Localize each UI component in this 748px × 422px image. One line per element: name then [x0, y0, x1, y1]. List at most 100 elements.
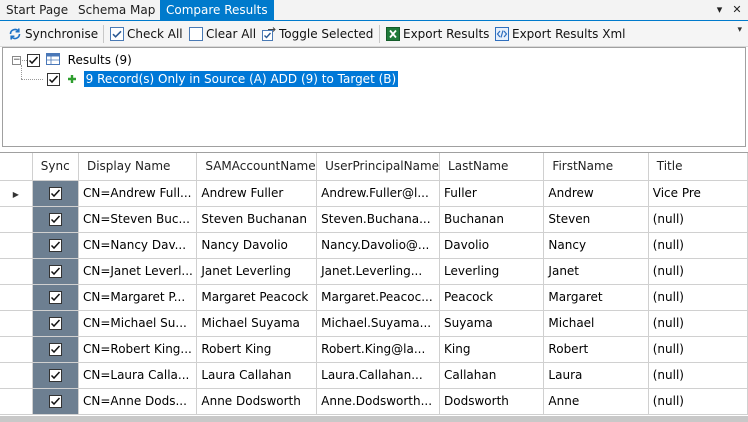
table-row[interactable]: CN=Janet Leverl... Janet Leverling Janet… [0, 258, 748, 285]
cell-firstname[interactable]: Janet [543, 258, 649, 285]
tab-compare-results[interactable]: Compare Results [160, 0, 274, 20]
cell-title[interactable]: (null) [648, 336, 748, 363]
close-icon[interactable]: ✕ [730, 0, 744, 20]
cell-userprincipalname[interactable]: Andrew.Fuller@l... [316, 180, 441, 207]
cell-title[interactable]: (null) [648, 206, 748, 233]
tree-root-checkbox[interactable] [27, 54, 40, 67]
cell-firstname[interactable]: Anne [543, 388, 649, 415]
toolbar-overflow-icon[interactable]: ▾ [737, 25, 742, 35]
sync-cell[interactable] [32, 362, 79, 389]
cell-samaccountname[interactable]: Anne Dodsworth [196, 388, 318, 415]
column-header-userprincipalname[interactable]: UserPrincipalName [316, 153, 441, 181]
cell-display-name[interactable]: CN=Anne Dods... [78, 388, 198, 415]
row-header[interactable] [0, 258, 33, 285]
row-header[interactable] [0, 362, 33, 389]
cell-lastname[interactable]: Peacock [439, 284, 545, 311]
tree-child-node[interactable]: 9 Record(s) Only in Source (A) ADD (9) t… [47, 70, 399, 88]
sync-checkbox[interactable] [48, 213, 62, 226]
table-row[interactable]: CN=Margaret P... Margaret Peacock Margar… [0, 284, 748, 311]
sync-cell[interactable] [32, 180, 79, 207]
tree-child-checkbox[interactable] [47, 73, 60, 86]
cell-samaccountname[interactable]: Steven Buchanan [196, 206, 318, 233]
cell-samaccountname[interactable]: Laura Callahan [196, 362, 318, 389]
column-header-lastname[interactable]: LastName [439, 153, 545, 181]
column-header-display-name[interactable]: Display Name [78, 153, 198, 181]
column-header-firstname[interactable]: FirstName [543, 153, 649, 181]
cell-title[interactable]: (null) [648, 232, 748, 259]
cell-title[interactable]: (null) [648, 258, 748, 285]
cell-display-name[interactable]: CN=Steven Buc... [78, 206, 198, 233]
cell-firstname[interactable]: Robert [543, 336, 649, 363]
horizontal-scrollbar[interactable] [0, 416, 748, 422]
synchronise-button[interactable]: Synchronise [8, 24, 98, 44]
row-header[interactable] [0, 388, 33, 415]
cell-samaccountname[interactable]: Andrew Fuller [196, 180, 318, 207]
row-header[interactable] [0, 284, 33, 311]
cell-lastname[interactable]: Buchanan [439, 206, 545, 233]
table-row[interactable]: CN=Anne Dods... Anne Dodsworth Anne.Dods… [0, 388, 748, 415]
cell-firstname[interactable]: Nancy [543, 232, 649, 259]
sync-checkbox[interactable] [48, 369, 62, 382]
export-results-button[interactable]: Export Results [386, 24, 489, 44]
cell-title[interactable]: Vice Pre [648, 180, 748, 207]
cell-title[interactable]: (null) [648, 362, 748, 389]
cell-display-name[interactable]: CN=Robert King... [78, 336, 198, 363]
cell-userprincipalname[interactable]: Steven.Buchana... [316, 206, 441, 233]
tab-schema-map[interactable]: Schema Map [72, 0, 161, 20]
sync-cell[interactable] [32, 284, 79, 311]
sync-cell[interactable] [32, 206, 79, 233]
cell-display-name[interactable]: CN=Andrew Full... [78, 180, 198, 207]
row-header[interactable] [0, 310, 33, 337]
row-header[interactable] [0, 206, 33, 233]
table-row[interactable]: CN=Steven Buc... Steven Buchanan Steven.… [0, 206, 748, 233]
cell-samaccountname[interactable]: Margaret Peacock [196, 284, 318, 311]
sync-checkbox[interactable] [48, 317, 62, 330]
sync-cell[interactable] [32, 336, 79, 363]
cell-samaccountname[interactable]: Nancy Davolio [196, 232, 318, 259]
cell-userprincipalname[interactable]: Anne.Dodsworth... [316, 388, 441, 415]
toggle-selected-button[interactable]: Toggle Selected [262, 24, 373, 44]
column-header-title[interactable]: Title [648, 153, 748, 181]
tab-start-page[interactable]: Start Page [0, 0, 74, 20]
sync-checkbox[interactable] [48, 265, 62, 278]
cell-firstname[interactable]: Steven [543, 206, 649, 233]
cell-userprincipalname[interactable]: Laura.Callahan... [316, 362, 441, 389]
clear-all-button[interactable]: Clear All [189, 24, 256, 44]
sync-checkbox[interactable] [48, 291, 62, 304]
cell-lastname[interactable]: King [439, 336, 545, 363]
tab-dropdown-icon[interactable]: ▾ [713, 0, 727, 20]
cell-display-name[interactable]: CN=Michael Su... [78, 310, 198, 337]
check-all-button[interactable]: Check All [110, 24, 183, 44]
cell-userprincipalname[interactable]: Nancy.Davolio@... [316, 232, 441, 259]
cell-lastname[interactable]: Callahan [439, 362, 545, 389]
cell-firstname[interactable]: Andrew [543, 180, 649, 207]
cell-samaccountname[interactable]: Michael Suyama [196, 310, 318, 337]
sync-cell[interactable] [32, 232, 79, 259]
sync-checkbox[interactable] [48, 187, 62, 200]
cell-userprincipalname[interactable]: Michael.Suyama... [316, 310, 441, 337]
cell-display-name[interactable]: CN=Nancy Dav... [78, 232, 198, 259]
cell-title[interactable]: (null) [648, 284, 748, 311]
cell-userprincipalname[interactable]: Margaret.Peacoc... [316, 284, 441, 311]
cell-title[interactable]: (null) [648, 310, 748, 337]
cell-display-name[interactable]: CN=Margaret P... [78, 284, 198, 311]
cell-firstname[interactable]: Margaret [543, 284, 649, 311]
cell-userprincipalname[interactable]: Robert.King@la... [316, 336, 441, 363]
cell-lastname[interactable]: Davolio [439, 232, 545, 259]
cell-userprincipalname[interactable]: Janet.Leverling... [316, 258, 441, 285]
table-row[interactable]: ▶ CN=Andrew Full... Andrew Fuller Andrew… [0, 180, 748, 207]
cell-display-name[interactable]: CN=Janet Leverl... [78, 258, 198, 285]
row-header[interactable]: ▶ [0, 180, 33, 207]
cell-lastname[interactable]: Fuller [439, 180, 545, 207]
cell-firstname[interactable]: Michael [543, 310, 649, 337]
cell-samaccountname[interactable]: Robert King [196, 336, 318, 363]
table-row[interactable]: CN=Robert King... Robert King Robert.Kin… [0, 336, 748, 363]
sync-cell[interactable] [32, 310, 79, 337]
tree-root-node[interactable]: Results (9) [27, 51, 132, 69]
export-results-xml-button[interactable]: Export Results Xml [495, 24, 625, 44]
cell-display-name[interactable]: CN=Laura Calla... [78, 362, 198, 389]
sync-checkbox[interactable] [48, 395, 62, 408]
table-row[interactable]: CN=Laura Calla... Laura Callahan Laura.C… [0, 362, 748, 389]
cell-firstname[interactable]: Laura [543, 362, 649, 389]
cell-samaccountname[interactable]: Janet Leverling [196, 258, 318, 285]
